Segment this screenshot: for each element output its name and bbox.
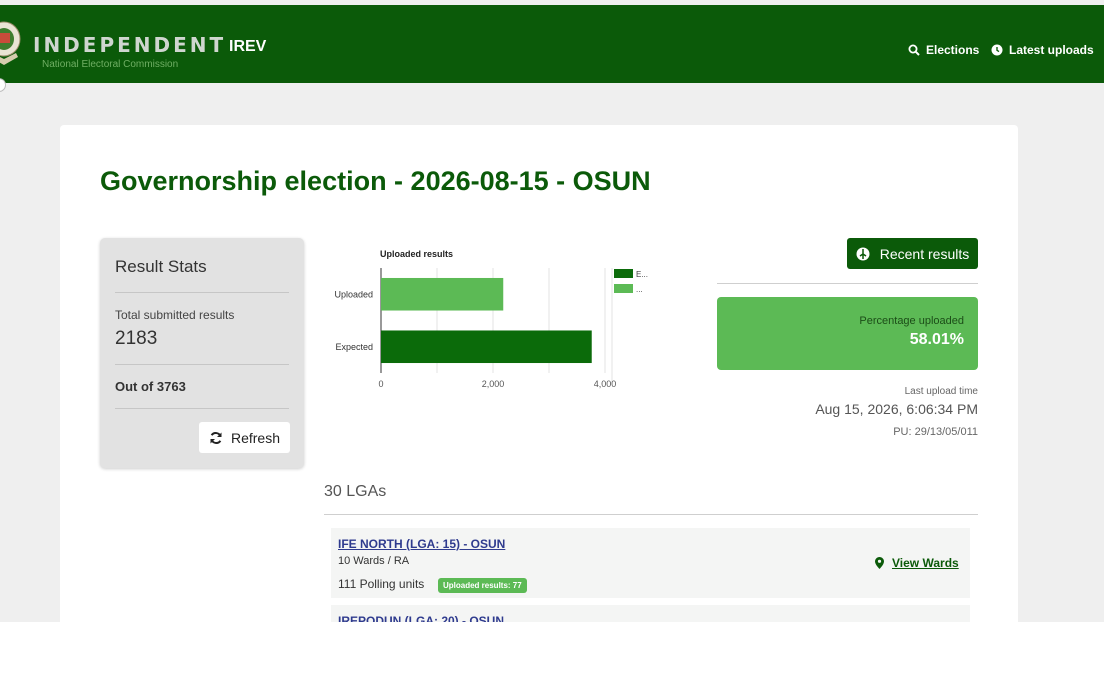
chart-legend-label: ... — [636, 285, 643, 294]
uploaded-results-badge: Uploaded results: 77 — [438, 578, 527, 593]
top-navbar: INDEPENDENT National Electoral Commissio… — [0, 5, 1104, 83]
browser-viewport: INDEPENDENT National Electoral Commissio… — [0, 0, 1104, 622]
last-upload-label: Last upload time — [904, 386, 978, 397]
lga-name-link[interactable]: IREPODUN (LGA: 20) - OSUN — [338, 614, 504, 622]
lga-name-link[interactable]: IFE NORTH (LGA: 15) - OSUN — [338, 537, 505, 551]
chart-legend-swatch — [614, 269, 633, 278]
lga-polling-units: 111 Polling units — [338, 577, 425, 591]
chart-legend-label: E... — [636, 270, 648, 279]
nav-elections-link[interactable]: Elections — [908, 43, 979, 57]
chart-bar — [381, 277, 504, 311]
divider — [115, 408, 289, 409]
percentage-uploaded-value: 58.01% — [909, 331, 964, 348]
app-name-link[interactable]: IREV — [229, 38, 266, 56]
result-stats-title: Result Stats — [115, 257, 207, 276]
page-title: Governorship election - 2026-08-15 - OSU… — [100, 166, 651, 196]
chart-x-tick-label: 2,000 — [482, 379, 505, 389]
map-pin-icon — [875, 557, 884, 569]
clock-icon — [991, 44, 1003, 56]
last-upload-value: Aug 15, 2026, 6:06:34 PM — [815, 401, 978, 417]
percentage-uploaded-label: Percentage uploaded — [859, 315, 964, 327]
refresh-icon — [210, 431, 222, 444]
view-wards-label: View Wards — [892, 556, 959, 570]
total-submitted-label: Total submitted results — [115, 308, 235, 322]
divider — [115, 364, 289, 365]
percentage-uploaded-box: Percentage uploaded 58.01% — [717, 297, 978, 370]
nav-latest-uploads-label: Latest uploads — [1009, 43, 1094, 57]
brand-subtitle: National Electoral Commission — [42, 59, 179, 70]
chart-category-label: Expected — [335, 342, 373, 352]
chart-x-tick-label: 0 — [378, 379, 383, 389]
polling-unit-code: PU: 29/13/05/011 — [893, 426, 978, 438]
chart-bar — [381, 330, 592, 364]
recent-results-icon — [856, 247, 870, 260]
chart-category-label: Uploaded — [334, 289, 373, 299]
inec-seal-logo[interactable] — [0, 19, 22, 67]
nav-elections-label: Elections — [926, 43, 980, 57]
divider — [717, 283, 978, 284]
refresh-button[interactable]: Refresh — [199, 422, 290, 453]
divider — [115, 292, 289, 293]
brand-name: INDEPENDENT — [33, 33, 227, 57]
result-stats-panel: Result Stats Total submitted results 218… — [100, 238, 304, 468]
search-icon — [908, 44, 920, 56]
recent-results-label: Recent results — [879, 245, 970, 262]
view-wards-link[interactable]: View Wards — [875, 556, 959, 570]
lga-list-item: IREPODUN (LGA: 20) - OSUN — [331, 605, 970, 622]
divider — [324, 514, 978, 515]
chart-legend-swatch — [614, 284, 633, 293]
out-of-total: Out of 3763 — [115, 379, 186, 394]
nav-latest-uploads-link[interactable]: Latest uploads — [991, 43, 1094, 57]
lga-list-item: IFE NORTH (LGA: 15) - OSUN 10 Wards / RA… — [331, 528, 970, 598]
uploaded-results-chart: Uploaded results Uploaded Expected 0 2,000… — [334, 249, 648, 389]
lga-count-heading: 30 LGAs — [324, 483, 387, 500]
chart-title: Uploaded results — [380, 249, 453, 259]
lga-wards-count: 10 Wards / RA — [338, 555, 410, 567]
chart-x-tick-label: 4,000 — [594, 379, 617, 389]
refresh-label: Refresh — [230, 429, 281, 446]
total-submitted-value: 2183 — [115, 328, 158, 349]
recent-results-button[interactable]: Recent results — [847, 238, 978, 269]
